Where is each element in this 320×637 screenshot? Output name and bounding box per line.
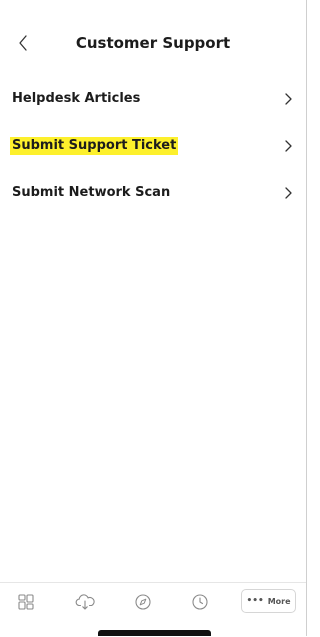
tab-dashboard[interactable]: [13, 589, 39, 615]
more-label: More: [267, 596, 291, 606]
more-button[interactable]: ••• More: [241, 589, 296, 613]
bottom-tab-bar: ••• More: [0, 582, 306, 637]
dashboard-grid-icon: [18, 594, 34, 610]
menu-item-label: Helpdesk Articles: [12, 91, 141, 106]
tab-explore[interactable]: [130, 589, 156, 615]
chevron-right-icon: [285, 93, 292, 105]
support-menu: Helpdesk Articles Submit Support Ticket …: [0, 76, 306, 217]
customer-support-screen: Customer Support Helpdesk Articles Submi…: [0, 0, 306, 637]
menu-item-helpdesk-articles[interactable]: Helpdesk Articles: [0, 76, 306, 123]
menu-item-label: Submit Network Scan: [12, 185, 171, 200]
tab-history[interactable]: [187, 589, 213, 615]
menu-item-submit-support-ticket[interactable]: Submit Support Ticket: [0, 123, 306, 170]
screen-edge-margin: [307, 0, 312, 636]
chevron-right-icon: [285, 187, 292, 199]
compass-icon: [135, 594, 151, 610]
header-bar: Customer Support: [0, 28, 306, 58]
back-button[interactable]: [12, 31, 34, 55]
cloud-download-icon: [75, 594, 95, 610]
history-clock-icon: [192, 594, 208, 610]
chevron-left-icon: [19, 35, 27, 51]
more-dots-icon: •••: [246, 596, 264, 606]
home-indicator: [98, 630, 211, 636]
tab-cloud[interactable]: [72, 589, 98, 615]
page-title: Customer Support: [75, 34, 231, 52]
menu-item-label: Submit Support Ticket: [10, 137, 179, 155]
chevron-right-icon: [285, 140, 292, 152]
menu-item-submit-network-scan[interactable]: Submit Network Scan: [0, 170, 306, 217]
